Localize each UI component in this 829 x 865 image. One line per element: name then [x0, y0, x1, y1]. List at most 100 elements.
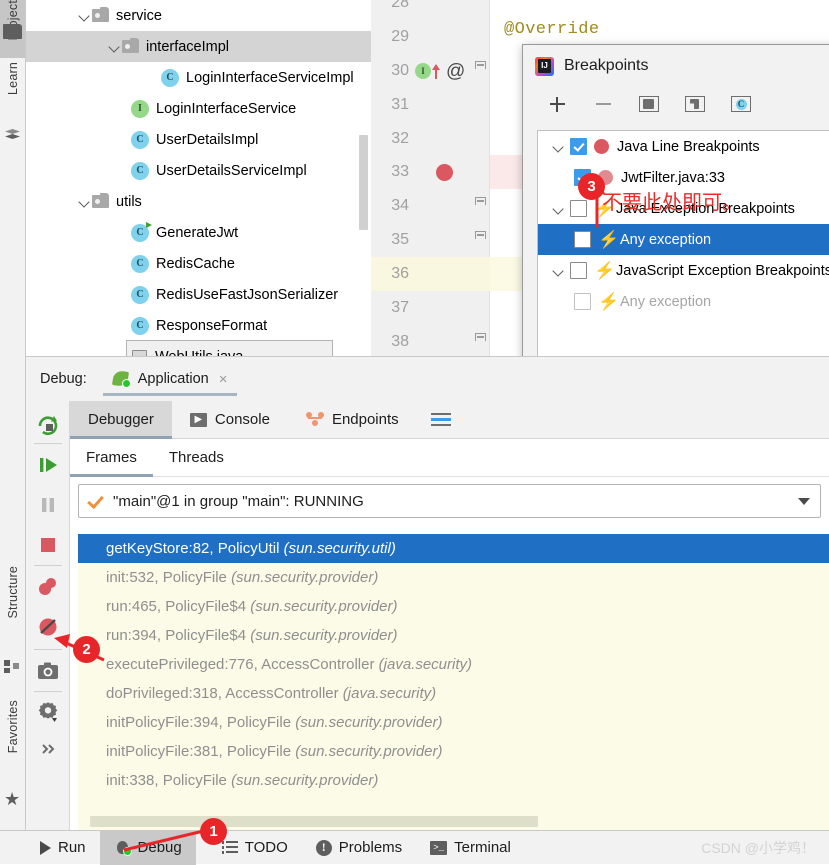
chevron-down-icon[interactable]	[548, 136, 570, 158]
implements-interface-marker-icon[interactable]: I	[415, 63, 431, 79]
breakpoint-group-row[interactable]: ⚡ JavaScript Exception Breakpoints	[538, 255, 829, 286]
tree-row[interactable]: C ResponseFormat	[26, 310, 371, 341]
layout-settings-icon[interactable]	[431, 413, 451, 427]
more-button[interactable]	[36, 737, 60, 761]
tree-row[interactable]: C RedisCache	[26, 248, 371, 279]
tab-console[interactable]: ▶ Console	[172, 401, 288, 439]
toolbar-divider	[34, 565, 62, 566]
thread-selector[interactable]: "main"@1 in group "main": RUNNING	[78, 484, 821, 518]
chevron-down-icon[interactable]	[108, 40, 122, 54]
mute-breakpoints-button[interactable]	[36, 615, 60, 639]
add-breakpoint-button[interactable]	[545, 92, 569, 116]
breakpoint-enabled-checkbox[interactable]	[570, 262, 587, 279]
statusbar-debug-button[interactable]: Debug	[100, 831, 196, 865]
class-icon: C	[131, 131, 149, 149]
sidebar-item-learn[interactable]: Learn	[0, 62, 25, 162]
gutter-line: 31	[371, 88, 490, 122]
chevron-down-icon[interactable]	[798, 498, 810, 505]
breakpoints-list[interactable]: Java Line Breakpoints JwtFilter.java:33 …	[537, 130, 829, 372]
class-icon: C	[131, 286, 149, 304]
frame-package: (sun.security.provider)	[295, 714, 442, 731]
frame-row[interactable]: run:465, PolicyFile$4 (sun.security.prov…	[78, 592, 829, 621]
view-breakpoints-button[interactable]	[36, 575, 60, 599]
breakpoint-enabled-checkbox[interactable]	[574, 293, 591, 310]
rerun-button[interactable]	[36, 413, 60, 437]
close-icon[interactable]: ×	[219, 371, 228, 388]
tab-endpoints[interactable]: Endpoints	[288, 401, 417, 439]
tree-row[interactable]: C LoginInterfaceServiceImpl	[26, 62, 371, 93]
settings-button[interactable]	[36, 699, 60, 723]
frames-list[interactable]: getKeyStore:82, PolicyUtil (sun.security…	[78, 534, 829, 831]
override-arrow-icon[interactable]	[432, 63, 441, 79]
line-number: 34	[371, 197, 409, 215]
tree-row[interactable]: C UserDetailsImpl	[26, 124, 371, 155]
tree-row[interactable]: I LoginInterfaceService	[26, 93, 371, 124]
chevron-down-icon[interactable]	[548, 198, 570, 220]
resume-program-button[interactable]	[36, 453, 60, 477]
group-by-package-button[interactable]	[683, 92, 707, 116]
code-fold-icon[interactable]	[475, 231, 487, 245]
tree-row[interactable]: C UserDetailsServiceImpl	[26, 155, 371, 186]
breakpoint-group-row[interactable]: Java Line Breakpoints	[538, 131, 829, 162]
remove-breakpoint-button[interactable]	[591, 92, 615, 116]
statusbar-terminal-button[interactable]: >_ Terminal	[416, 831, 525, 865]
debugger-subtabbar[interactable]: Frames Threads	[70, 439, 829, 477]
frame-row[interactable]: doPrivileged:318, AccessController (java…	[78, 679, 829, 708]
breakpoints-toolbar[interactable]: C	[523, 87, 829, 121]
play-icon	[40, 841, 51, 855]
project-tree-panel[interactable]: service interfaceImpl C LoginInterfaceSe…	[26, 0, 371, 356]
frame-row[interactable]: init:338, PolicyFile (sun.security.provi…	[78, 766, 829, 795]
frame-row[interactable]: initPolicyFile:381, PolicyFile (sun.secu…	[78, 737, 829, 766]
resume-icon	[36, 453, 60, 477]
frame-method: init:532, PolicyFile	[106, 569, 227, 586]
breakpoint-enabled-checkbox[interactable]	[570, 138, 587, 155]
frames-horizontal-scrollbar[interactable]	[90, 816, 538, 827]
red-dot-icon	[594, 139, 609, 154]
breakpoint-row[interactable]: ⚡ Any exception	[538, 224, 829, 255]
tree-row[interactable]: service	[26, 0, 371, 31]
group-by-file-button[interactable]	[637, 92, 661, 116]
frame-row[interactable]: initPolicyFile:394, PolicyFile (sun.secu…	[78, 708, 829, 737]
debug-actions-toolbar[interactable]	[26, 401, 70, 831]
stop-button[interactable]	[36, 533, 60, 557]
debug-config-tab[interactable]: Application ×	[103, 362, 238, 396]
frame-row[interactable]: init:532, PolicyFile (sun.security.provi…	[78, 563, 829, 592]
breakpoint-icon[interactable]	[436, 164, 453, 181]
sidebar-item-structure[interactable]: Structure	[0, 566, 25, 696]
statusbar-problems-button[interactable]: ! Problems	[302, 831, 416, 865]
code-fold-icon[interactable]	[475, 333, 487, 347]
statusbar-run-button[interactable]: Run	[26, 831, 100, 865]
chevron-down-icon[interactable]	[78, 9, 92, 23]
group-by-class-button[interactable]: C	[729, 92, 753, 116]
breakpoint-row[interactable]: ⚡ Any exception	[538, 286, 829, 317]
frame-row[interactable]: getKeyStore:82, PolicyUtil (sun.security…	[78, 534, 829, 563]
debug-tabbar[interactable]: Debugger ▶ Console Endpoints	[70, 401, 829, 439]
tree-row[interactable]: C RedisUseFastJsonSerializer	[26, 279, 371, 310]
breakpoint-enabled-checkbox[interactable]	[574, 231, 591, 248]
tree-row[interactable]: utils	[26, 186, 371, 217]
code-fold-icon[interactable]	[475, 61, 487, 75]
editor-gutter[interactable]: 28 29 30 I @ 31 32 33 34 35 36 37 38	[371, 0, 490, 356]
tab-frames[interactable]: Frames	[70, 439, 153, 477]
tree-row[interactable]: WebUtils.java	[127, 341, 332, 356]
pause-program-button[interactable]	[36, 493, 60, 517]
gear-icon	[36, 699, 60, 723]
tree-row-label: RedisCache	[156, 256, 235, 272]
debug-tool-window[interactable]: Debug: Application ×	[26, 356, 829, 831]
code-fold-icon[interactable]	[475, 197, 487, 211]
project-tree-scrollbar[interactable]	[359, 135, 368, 230]
chevron-down-icon[interactable]	[548, 260, 570, 282]
class-group-icon: C	[731, 96, 751, 112]
tree-row[interactable]: interfaceImpl	[26, 31, 371, 62]
tab-threads[interactable]: Threads	[153, 439, 240, 477]
statusbar-todo-label: TODO	[245, 839, 288, 856]
tab-debugger[interactable]: Debugger	[70, 401, 172, 439]
screenshot-button[interactable]	[36, 659, 60, 683]
chevron-down-icon[interactable]	[78, 195, 92, 209]
breakpoint-enabled-checkbox[interactable]	[570, 200, 587, 217]
frame-row[interactable]: run:394, PolicyFile$4 (sun.security.prov…	[78, 621, 829, 650]
frame-row[interactable]: executePrivileged:776, AccessController …	[78, 650, 829, 679]
tree-row[interactable]: C GenerateJwt	[26, 217, 371, 248]
sidebar-item-favorites[interactable]: Favorites	[0, 700, 25, 830]
debug-main-panel[interactable]: Debugger ▶ Console Endpoints Frames Thre…	[70, 401, 829, 831]
